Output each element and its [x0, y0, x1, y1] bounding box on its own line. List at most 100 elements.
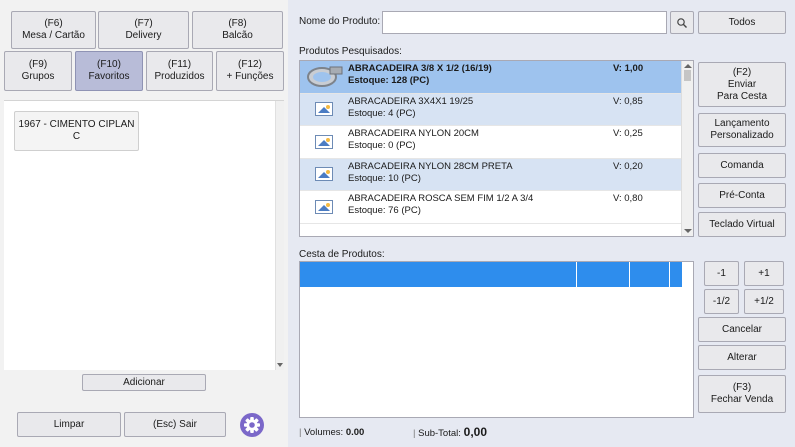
- product-price: V: 0,80: [613, 193, 643, 204]
- cancel-label: Cancelar: [721, 323, 763, 335]
- plus-one-label: +1: [758, 267, 770, 279]
- favoritos-tab[interactable]: (F10) Favoritos: [75, 51, 143, 91]
- favoritos-label: Favoritos: [88, 71, 130, 82]
- send-line1: Enviar: [727, 78, 757, 90]
- exit-button[interactable]: (Esc) Sair: [124, 412, 226, 437]
- clamp-image-icon: [306, 66, 342, 87]
- product-thumbnail: [300, 94, 347, 126]
- send-to-basket-button[interactable]: (F2) Enviar Para Cesta: [698, 62, 786, 107]
- basket-column-divider: [576, 262, 577, 287]
- gear-icon: [240, 413, 264, 437]
- minus-one-button[interactable]: -1: [704, 261, 739, 286]
- all-button[interactable]: Todos: [698, 11, 786, 34]
- search-button[interactable]: [670, 11, 694, 34]
- balcao-button[interactable]: (F8) Balcão: [192, 11, 283, 49]
- product-price: V: 0,20: [613, 160, 643, 172]
- product-name: ABRACADEIRA NYLON 20CM: [348, 128, 479, 139]
- mais-funcoes-label: + Funções: [226, 71, 274, 82]
- mesa-cartao-button[interactable]: (F6) Mesa / Cartão: [11, 11, 96, 49]
- subtotal-value: 0,00: [463, 425, 488, 439]
- image-placeholder-icon: [314, 199, 333, 214]
- alter-label: Alterar: [727, 351, 757, 363]
- add-button-label: Adicionar: [123, 376, 165, 388]
- product-thumbnail: [300, 191, 347, 223]
- favoritos-key: (F10): [97, 59, 121, 70]
- image-placeholder-icon: [314, 167, 333, 182]
- minus-one-label: -1: [717, 267, 726, 279]
- product-thumbnail: [300, 159, 347, 191]
- grupos-tab[interactable]: (F9) Grupos: [4, 51, 72, 91]
- produzidos-tab[interactable]: (F11) Produzidos: [146, 51, 213, 91]
- send-key: (F2): [732, 66, 752, 78]
- virtual-keyboard-button[interactable]: Teclado Virtual: [698, 212, 786, 237]
- scroll-down-icon[interactable]: [683, 228, 693, 234]
- delivery-key: (F7): [134, 18, 153, 29]
- basket-column-divider: [629, 262, 630, 287]
- product-row[interactable]: ABRACADEIRA 3/8 X 1/2 (16/19) Estoque: 1…: [300, 61, 693, 94]
- search-input[interactable]: [382, 11, 667, 34]
- pre-conta-button[interactable]: Pré-Conta: [698, 183, 786, 208]
- image-placeholder-icon: [314, 134, 333, 149]
- scroll-thumb[interactable]: [684, 70, 691, 81]
- send-line2: Para Cesta: [716, 90, 768, 102]
- favorite-item[interactable]: 1967 - CIMENTO CIPLAN C: [14, 111, 139, 151]
- custom-line2: Personalizado: [710, 130, 774, 141]
- plus-half-label: +1/2: [754, 295, 774, 307]
- results-label: Produtos Pesquisados:: [299, 46, 402, 57]
- minus-half-button[interactable]: -1/2: [704, 289, 739, 314]
- volumes-value: 0.00: [345, 427, 365, 438]
- mais-funcoes-key: (F12): [238, 59, 262, 70]
- mesa-cartao-key: (F6): [44, 18, 63, 29]
- custom-entry-button[interactable]: Lançamento Personalizado: [698, 113, 786, 147]
- plus-one-button[interactable]: +1: [744, 261, 784, 286]
- favorites-panel: 1967 - CIMENTO CIPLAN C: [4, 100, 284, 370]
- basket-header: [300, 262, 682, 287]
- product-stock: Estoque: 76 (PC): [348, 205, 421, 216]
- product-row[interactable]: ABRACADEIRA ROSCA SEM FIM 1/2 A 3/4 Esto…: [300, 191, 693, 224]
- clear-button[interactable]: Limpar: [17, 412, 121, 437]
- scroll-up-icon[interactable]: [683, 63, 693, 69]
- search-label: Nome do Produto:: [299, 16, 381, 27]
- all-button-label: Todos: [728, 16, 756, 28]
- product-price: V: 0,25: [613, 128, 643, 139]
- product-row[interactable]: ABRACADEIRA NYLON 28CM PRETA Estoque: 10…: [300, 158, 693, 191]
- balcao-label: Balcão: [222, 30, 253, 41]
- product-name: ABRACADEIRA NYLON 28CM PRETA: [348, 160, 513, 172]
- alter-button[interactable]: Alterar: [698, 345, 786, 370]
- delivery-button[interactable]: (F7) Delivery: [98, 11, 189, 49]
- subtotal-label: Sub-Total:: [418, 428, 461, 439]
- grupos-label: Grupos: [21, 71, 55, 82]
- scroll-down-icon[interactable]: [276, 362, 284, 368]
- volumes-label: Volumes:: [304, 427, 344, 438]
- plus-half-button[interactable]: +1/2: [744, 289, 784, 314]
- add-button[interactable]: Adicionar: [82, 374, 206, 391]
- close-sale-key: (F3): [732, 382, 752, 393]
- balcao-key: (F8): [228, 18, 247, 29]
- pre-conta-label: Pré-Conta: [719, 189, 765, 201]
- search-icon: [677, 17, 687, 28]
- product-name: ABRACADEIRA 3X4X1 19/25: [348, 95, 474, 107]
- close-sale-button[interactable]: (F3) Fechar Venda: [698, 375, 786, 413]
- produzidos-key: (F11): [167, 59, 192, 70]
- product-row[interactable]: ABRACADEIRA 3X4X1 19/25 Estoque: 4 (PC) …: [300, 93, 693, 126]
- image-placeholder-icon: [314, 102, 333, 117]
- product-stock: Estoque: 4 (PC): [348, 107, 416, 119]
- cancel-button[interactable]: Cancelar: [698, 317, 786, 342]
- product-stock: Estoque: 10 (PC): [348, 172, 421, 184]
- mais-funcoes-tab[interactable]: (F12) + Funções: [216, 51, 284, 91]
- product-list-scrollbar[interactable]: [681, 61, 693, 236]
- product-thumbnail: [300, 126, 347, 158]
- mesa-cartao-label: Mesa / Cartão: [22, 30, 85, 41]
- produzidos-label: Produzidos: [154, 71, 205, 82]
- favorite-item-label: 1967 - CIMENTO CIPLAN C: [18, 119, 135, 142]
- comanda-button[interactable]: Comanda: [698, 153, 786, 178]
- product-thumbnail: [300, 61, 347, 93]
- settings-button[interactable]: [239, 412, 265, 438]
- subtotal-readout: | Sub-Total: 0,00: [413, 425, 488, 439]
- left-panel: (F6) Mesa / Cartão (F7) Delivery (F8) Ba…: [0, 0, 288, 447]
- favorites-scrollbar[interactable]: [275, 101, 284, 370]
- close-sale-label: Fechar Venda: [710, 394, 774, 405]
- product-row[interactable]: ABRACADEIRA NYLON 20CM Estoque: 0 (PC) V…: [300, 126, 693, 159]
- volumes-readout: | Volumes: 0.00: [299, 427, 365, 438]
- basket-column-divider: [669, 262, 670, 287]
